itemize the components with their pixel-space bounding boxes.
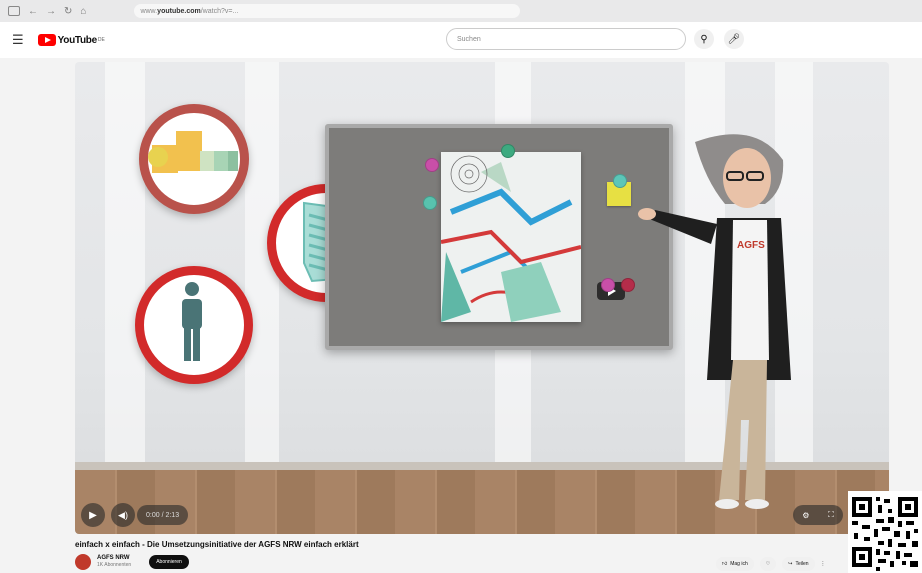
pin-pink: [425, 158, 439, 172]
wall-stripe: [105, 62, 145, 482]
player-controls: ▶ ◀) 0:00 / 2:13 ⚙ ⛶: [75, 498, 889, 534]
video-title: einfach x einfach - Die Umsetzungsinitia…: [75, 540, 359, 549]
pin-red-right: [621, 278, 635, 292]
pin-pink-right: [601, 278, 615, 292]
share-label: Teilen: [795, 561, 809, 567]
channel-name[interactable]: AGFS NRW: [97, 555, 130, 561]
like-button[interactable]: 👍︎ Mag ich: [716, 557, 754, 571]
share-icon: ↪: [788, 561, 793, 567]
tab-icon[interactable]: [8, 6, 20, 16]
channel-row: AGFS NRW 1K Abonnenten Abonnieren: [75, 554, 189, 570]
right-controls: ⚙ ⛶: [793, 505, 843, 525]
search-input[interactable]: Suchen: [446, 28, 686, 50]
pin-green: [501, 144, 515, 158]
channel-avatar[interactable]: [75, 554, 91, 570]
dislike-icon: ♡: [765, 561, 771, 567]
address-bar[interactable]: www. youtube.com /watch?v=...: [134, 4, 521, 18]
subscriber-count: 1K Abonnenten: [97, 562, 132, 568]
dislike-button[interactable]: ♡: [759, 557, 777, 571]
settings-icon[interactable]: ⚙: [802, 511, 809, 520]
youtube-play-icon: [37, 34, 56, 46]
map-illustration: [440, 152, 582, 322]
play-icon[interactable]: ▶: [81, 503, 105, 527]
more-icon[interactable]: ⋮: [821, 561, 826, 567]
channel-info: AGFS NRW 1K Abonnenten: [97, 555, 131, 569]
reload-icon[interactable]: ↻: [64, 6, 72, 17]
qr-code: [848, 491, 922, 573]
person-illustration: [182, 282, 202, 361]
share-button[interactable]: ↪ Teilen: [782, 557, 815, 571]
presenter-figure: AGFS: [638, 134, 791, 509]
menu-icon[interactable]: ☰: [12, 32, 24, 48]
pin-teal: [423, 196, 437, 210]
mic-icon[interactable]: 🎤︎: [724, 29, 744, 49]
url-host: youtube.com: [157, 7, 201, 15]
pin-note: [613, 174, 627, 188]
youtube-header: ☰ YouTube DE Suchen ⚲ 🎤︎: [0, 22, 922, 58]
logo-text: YouTube: [57, 34, 98, 46]
browser-toolbar: ← → ↻ ⌂ www. youtube.com /watch?v=...: [0, 0, 922, 23]
logo-region: DE: [97, 37, 105, 43]
video-player[interactable]: AGFS ▶ ◀) 0:00 / 2:13 ⚙ ⛶: [75, 62, 889, 534]
search-icon[interactable]: ⚲: [694, 29, 714, 49]
like-label: Mag ich: [730, 561, 748, 567]
like-icon: 👍︎: [722, 561, 728, 567]
fullscreen-icon[interactable]: ⛶: [828, 510, 834, 520]
action-bar: 👍︎ Mag ich ♡ ↪ Teilen ⋮: [716, 557, 826, 571]
volume-icon[interactable]: ◀): [111, 503, 135, 527]
url-path: /watch?v=...: [200, 7, 239, 15]
back-icon[interactable]: ←: [28, 6, 38, 17]
home-icon[interactable]: ⌂: [80, 6, 86, 17]
youtube-logo[interactable]: YouTube DE: [37, 34, 105, 46]
sign-person: [135, 266, 253, 384]
sign-blocks: [139, 104, 249, 214]
subscribe-button[interactable]: Abonnieren: [149, 555, 189, 569]
shirt-text: AGFS: [737, 240, 765, 251]
map-sheet: [440, 152, 625, 322]
url-prefix: www.: [140, 7, 158, 15]
time-display: 0:00 / 2:13: [137, 505, 189, 525]
blocks-illustration: [148, 131, 238, 173]
forward-icon[interactable]: →: [46, 6, 56, 17]
qr-code-graphic: [848, 491, 922, 573]
pinboard: [325, 124, 673, 350]
